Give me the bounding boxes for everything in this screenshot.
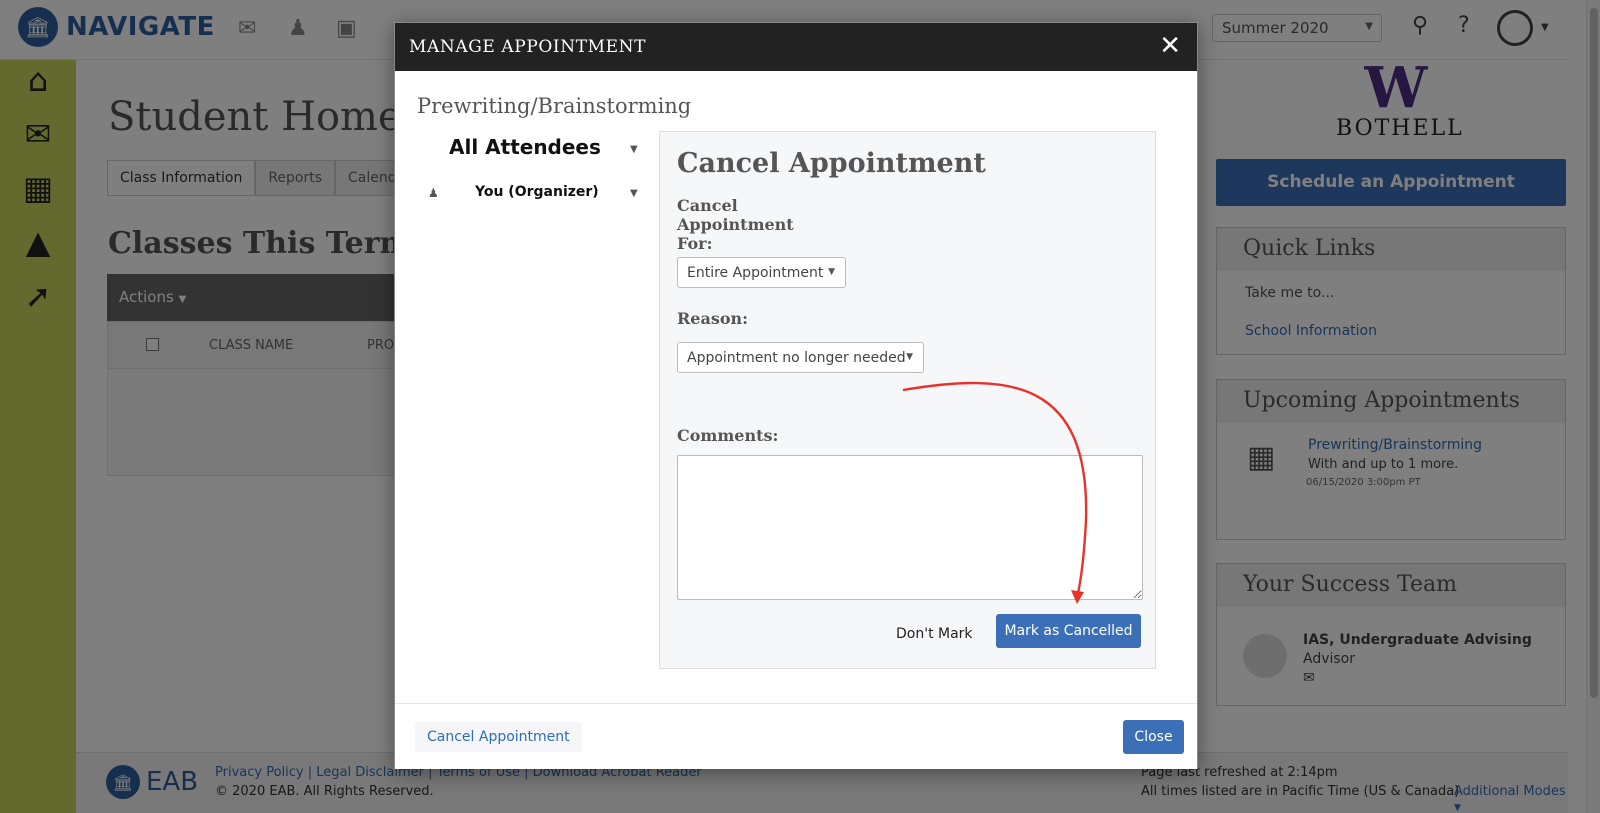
- manage-appointment-modal: MANAGE APPOINTMENT ✕ Prewriting/Brainsto…: [394, 22, 1198, 769]
- appointment-name: Prewriting/Brainstorming: [417, 94, 692, 118]
- chevron-down-icon[interactable]: ▼: [630, 188, 638, 199]
- cancel-for-label-line: Appointment: [677, 215, 794, 234]
- mark-as-cancelled-button[interactable]: Mark as Cancelled: [996, 614, 1141, 648]
- person-icon: ♟: [428, 186, 439, 200]
- modal-footer: Cancel Appointment Close: [395, 703, 1197, 769]
- cancel-for-label-line: Cancel: [677, 196, 738, 215]
- close-icon[interactable]: ✕: [1159, 32, 1181, 60]
- cancel-appointment-button[interactable]: Cancel Appointment: [415, 722, 582, 752]
- chevron-down-icon: ▼: [828, 267, 835, 277]
- chevron-down-icon[interactable]: ▼: [630, 144, 638, 155]
- dont-mark-button[interactable]: Don't Mark: [896, 622, 973, 646]
- reason-select[interactable]: Appointment no longer needed ▼: [677, 342, 924, 373]
- comments-label: Comments:: [677, 426, 779, 445]
- cancel-appointment-panel: Cancel Appointment Cancel Appointment Fo…: [659, 131, 1156, 669]
- close-button[interactable]: Close: [1123, 720, 1184, 754]
- all-attendees-toggle[interactable]: All Attendees: [449, 135, 601, 159]
- cancel-for-value: Entire Appointment: [687, 265, 824, 281]
- organizer-attendee[interactable]: You (Organizer): [475, 184, 599, 200]
- modal-header: MANAGE APPOINTMENT ✕: [395, 23, 1197, 71]
- reason-value: Appointment no longer needed: [687, 350, 906, 366]
- chevron-down-icon: ▼: [906, 352, 913, 362]
- cancel-for-label-line: For:: [677, 234, 713, 253]
- cancel-heading: Cancel Appointment: [677, 148, 986, 179]
- cancel-for-label: Cancel Appointment For:: [677, 196, 794, 253]
- cancel-for-select[interactable]: Entire Appointment ▼: [677, 257, 846, 288]
- modal-title: MANAGE APPOINTMENT: [409, 37, 647, 57]
- comments-textarea[interactable]: [677, 455, 1143, 600]
- reason-label: Reason:: [677, 309, 749, 328]
